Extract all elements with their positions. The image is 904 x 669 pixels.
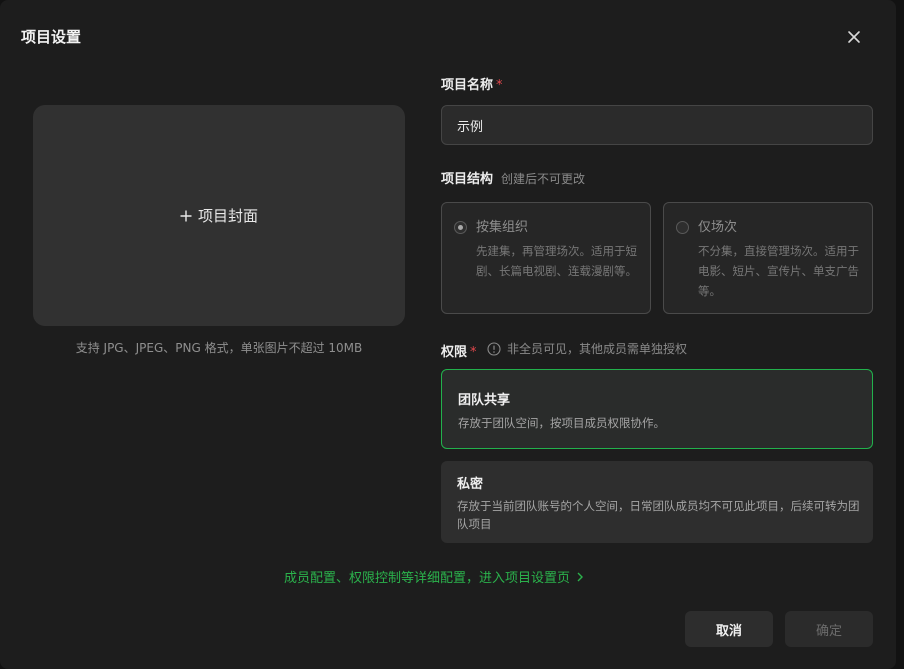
chevron-right-icon	[577, 572, 584, 581]
project-name-label: 项目名称 *	[441, 78, 503, 93]
structure-option-description: 先建集，再管理场次。适用于短剧、长篇电视剧、连载漫剧等。	[476, 244, 637, 278]
structure-option-description: 不分集，直接管理场次。适用于电影、短片、宣传片、单支广告等。	[698, 244, 859, 298]
permission-hint: 非全员可见，其他成员需单独授权	[487, 340, 687, 358]
structure-option-by-episode[interactable]: 按集组织 先建集，再管理场次。适用于短剧、长篇电视剧、连载漫剧等。	[441, 202, 651, 314]
cancel-button[interactable]: 取消	[685, 611, 773, 647]
structure-hint: 创建后不可更改	[501, 172, 586, 186]
close-icon	[848, 31, 860, 43]
required-mark: *	[496, 78, 503, 93]
permission-label: 权限 * 非全员可见，其他成员需单独授权	[441, 340, 688, 360]
permission-option-private[interactable]: 私密 存放于当前团队账号的个人空间，日常团队成员均不可见此项目，后续可转为团队项…	[441, 461, 873, 543]
plus-icon	[180, 210, 192, 221]
dialog-title: 项目设置	[21, 28, 82, 46]
project-structure-label: 项目结构 创建后不可更改	[441, 172, 586, 187]
radio-checked[interactable]	[454, 221, 467, 234]
permission-option-title: 私密	[457, 477, 484, 492]
radio-unchecked[interactable]	[676, 221, 689, 234]
required-mark: *	[470, 345, 477, 360]
structure-option-scenes-only[interactable]: 仅场次 不分集，直接管理场次。适用于电影、短片、宣传片、单支广告等。	[663, 202, 873, 314]
structure-option-title: 按集组织	[476, 220, 529, 235]
cover-upload-area[interactable]: 项目封面	[33, 105, 405, 326]
project-settings-link[interactable]: 成员配置、权限控制等详细配置，进入项目设置页	[284, 567, 584, 586]
info-icon	[487, 342, 501, 356]
close-button[interactable]	[842, 25, 866, 49]
cover-upload-label: 项目封面	[197, 207, 258, 225]
project-settings-dialog: 项目设置 项目封面 支持 JPG、JPEG、PNG 格式，单张图片不超过 10M…	[0, 0, 896, 669]
project-name-input[interactable]	[441, 105, 873, 145]
permission-option-team-shared[interactable]: 团队共享 存放于团队空间，按项目成员权限协作。	[441, 369, 873, 449]
confirm-button[interactable]: 确定	[785, 611, 873, 647]
cover-upload-hint: 支持 JPG、JPEG、PNG 格式，单张图片不超过 10MB	[75, 341, 363, 355]
permission-option-title: 团队共享	[458, 393, 511, 408]
permission-option-description: 存放于当前团队账号的个人空间，日常团队成员均不可见此项目，后续可转为团队项目	[457, 499, 860, 531]
permission-option-description: 存放于团队空间，按项目成员权限协作。	[458, 416, 665, 430]
structure-option-title: 仅场次	[698, 220, 738, 235]
